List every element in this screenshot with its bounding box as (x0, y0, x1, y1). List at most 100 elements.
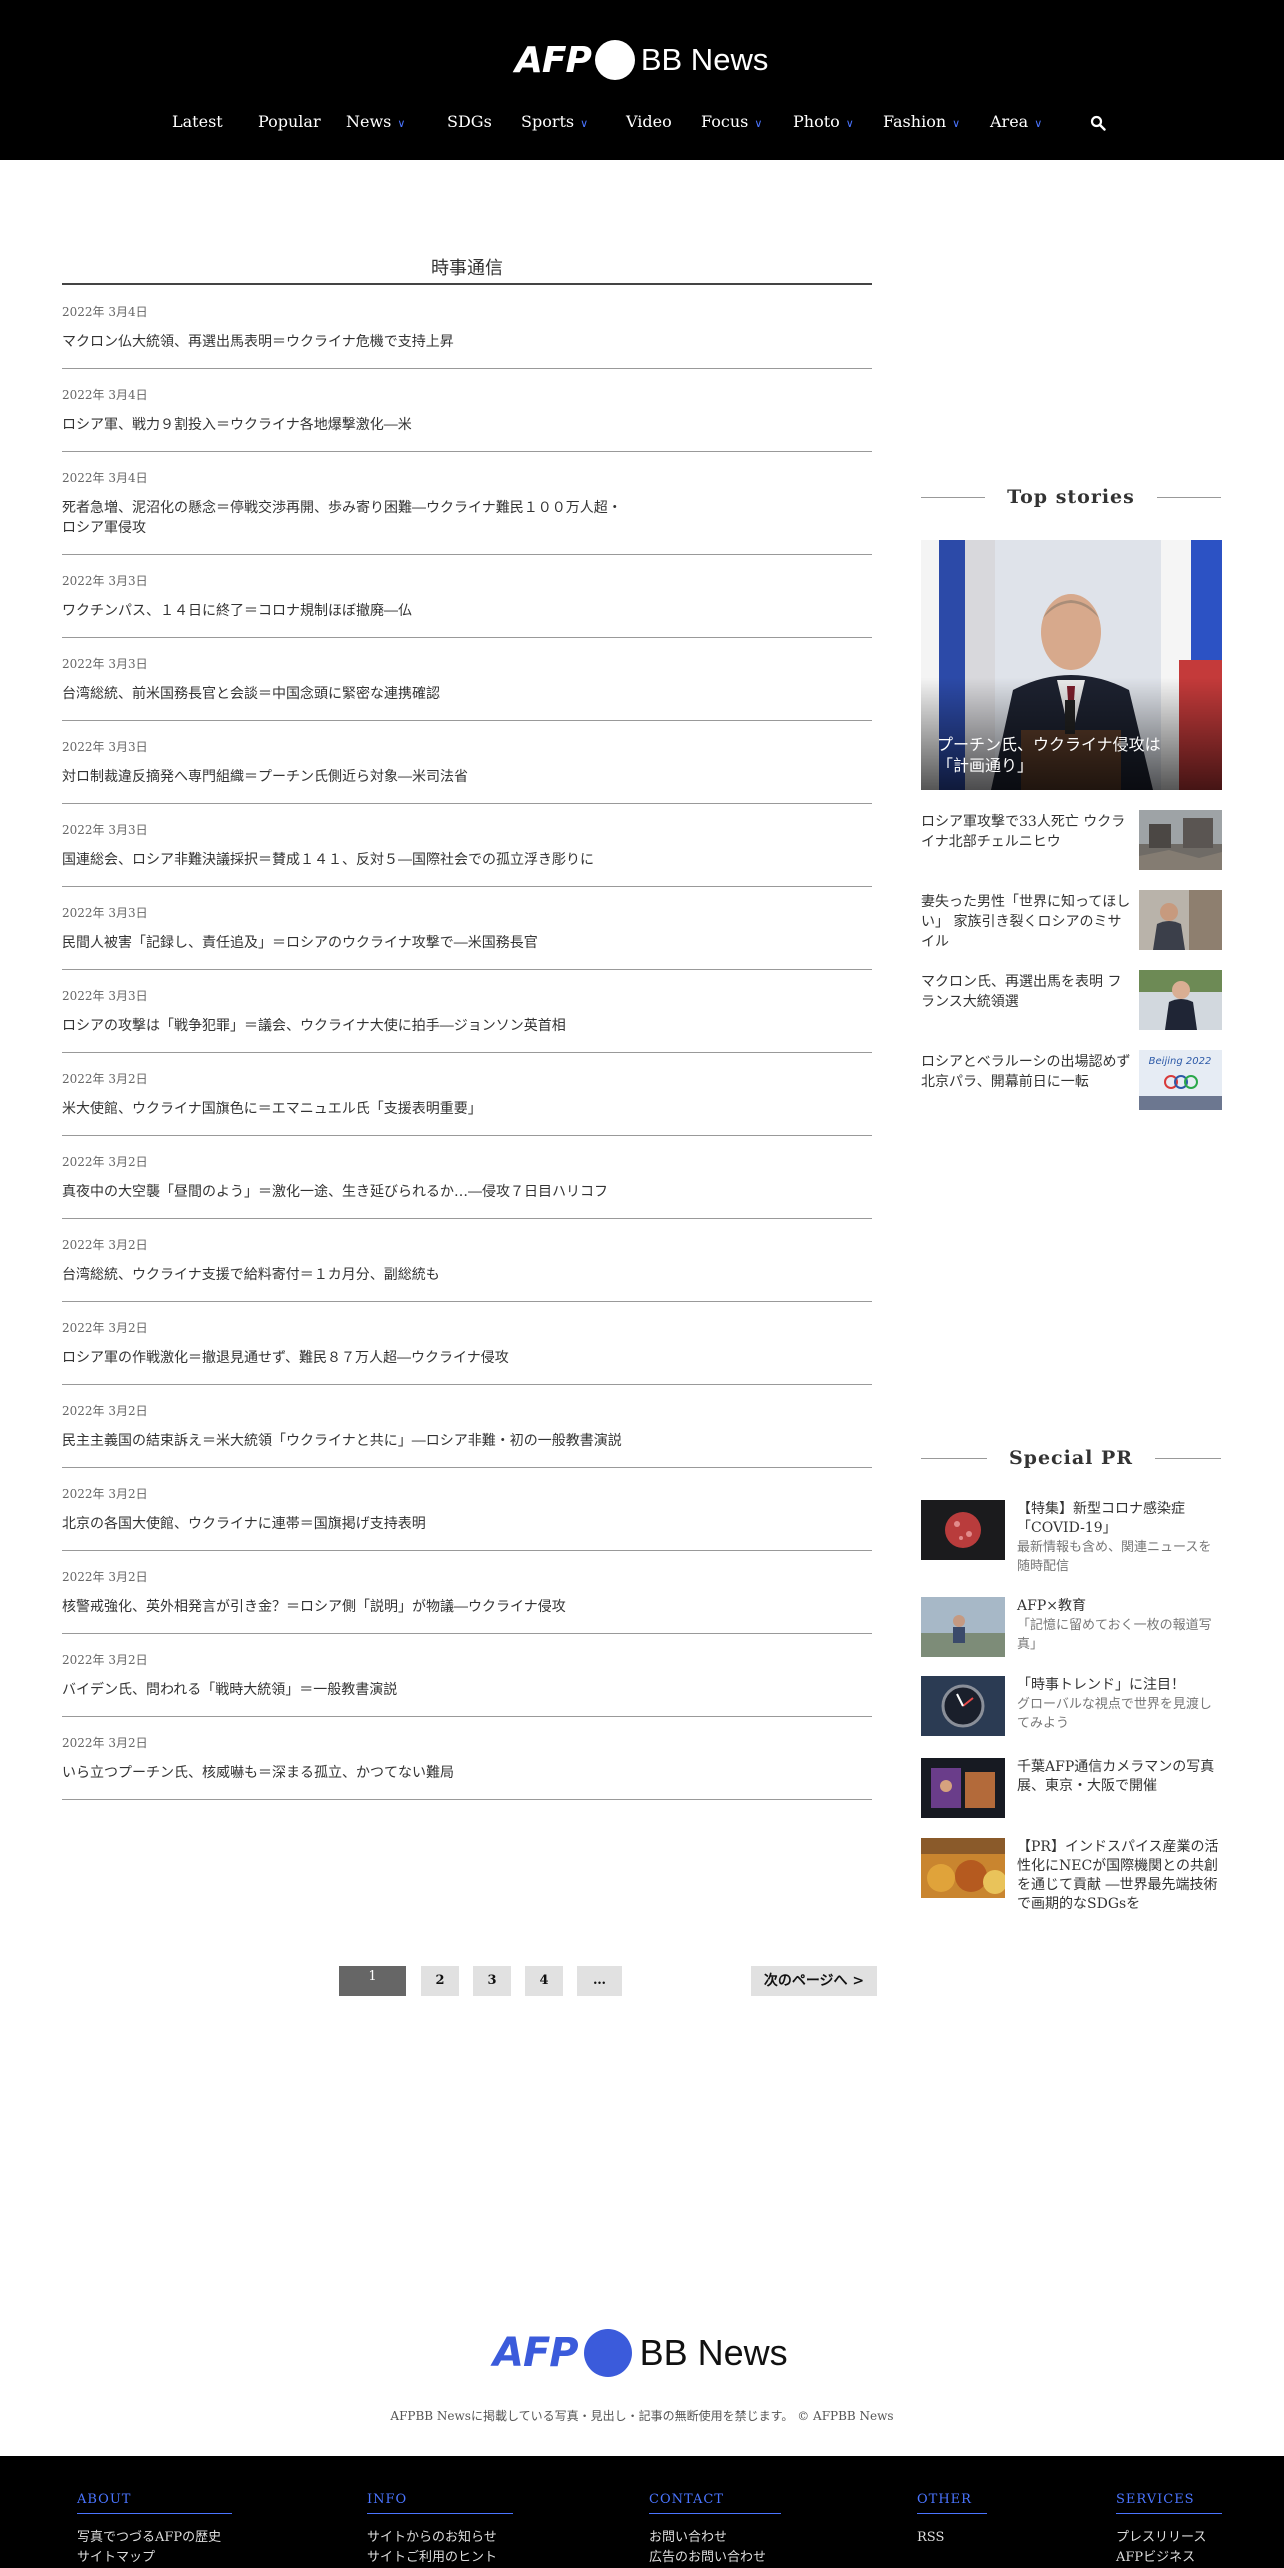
article-title[interactable]: 民主主義国の結束訴え＝米大統領「ウクライナと共に」―ロシア非難・初の一般教書演説 (62, 1431, 622, 1451)
article-date: 2022年 3月4日 (62, 471, 148, 485)
article-title[interactable]: いら立つプーチン氏、核威嚇も＝深まる孤立、かつてない難局 (62, 1763, 622, 1783)
article-title[interactable]: ロシアの攻撃は「戦争犯罪」＝議会、ウクライナ大使に拍手―ジョンソン英首相 (62, 1016, 622, 1036)
article-row[interactable]: 2022年 3月3日 対ロ制裁違反摘発へ専門組織＝プーチン氏側近ら対象―米司法省 (62, 721, 872, 804)
pr-item[interactable]: 千葉AFP通信カメラマンの写真展、東京・大阪で開催 (921, 1758, 1222, 1824)
nav-focus[interactable]: Focus ∨ (701, 112, 762, 131)
story-thumbnail: Beijing 2022 (1139, 1050, 1222, 1110)
nav-latest[interactable]: Latest (172, 112, 223, 131)
article-row[interactable]: 2022年 3月3日民間人被害「記録し、責任追及」＝ロシアのウクライナ攻撃で―米… (62, 887, 872, 970)
top-stories-heading: Top stories (921, 486, 1222, 508)
article-title[interactable]: 真夜中の大空襲「昼間のよう」＝激化一途、生き延びられるか…―侵攻７日目ハリコフ (62, 1182, 622, 1202)
article-row[interactable]: 2022年 3月3日国連総会、ロシア非難決議採択＝賛成１４１、反対５―国際社会で… (62, 804, 872, 887)
pr-subtitle: 最新情報も含め、関連ニュースを随時配信 (1017, 1540, 1212, 1574)
article-row[interactable]: 2022年 3月4日 ロシア軍、戦力９割投入＝ウクライナ各地爆撃激化―米 (62, 369, 872, 452)
article-title[interactable]: 台湾総統、ウクライナ支援で給料寄付＝１カ月分、副総統も (62, 1265, 622, 1285)
top-story-hero[interactable]: プーチン氏、ウクライナ侵攻は「計画通り」 (921, 540, 1222, 790)
top-story-item[interactable]: 妻失った男性「世界に知ってほしい」 家族引き裂くロシアのミサイル (921, 890, 1222, 952)
top-story-item[interactable]: ロシアとベラルーシの出場認めず 北京パラ、開幕前日に一転 Beijing 202… (921, 1050, 1222, 1112)
article-row[interactable]: 2022年 3月2日 真夜中の大空襲「昼間のよう」＝激化一途、生き延びられるか…―… (62, 1136, 872, 1219)
article-row[interactable]: 2022年 3月2日米大使館、ウクライナ国旗色に＝エマニュエル氏「支援表明重要」 (62, 1053, 872, 1136)
footer-links: ABOUT 写真でつづるAFPの歴史 サイトマップ INFO サイトからのお知ら… (0, 2456, 1284, 2568)
article-row[interactable]: 2022年 3月3日 台湾総統、前米国務長官と会談＝中国念頭に緊密な連携確認 (62, 638, 872, 721)
footer-link[interactable]: サイトからのお知らせ (367, 2530, 513, 2546)
pr-item[interactable]: 【特集】新型コロナ感染症「COVID-19」 最新情報も含め、関連ニュースを随時配… (921, 1500, 1222, 1574)
article-title[interactable]: ロシア軍、戦力９割投入＝ウクライナ各地爆撃激化―米 (62, 415, 622, 435)
article-row[interactable]: 2022年 3月2日 民主主義国の結束訴え＝米大統領「ウクライナと共に」―ロシア非… (62, 1385, 872, 1468)
nav-news[interactable]: News ∨ (346, 112, 405, 131)
page-button-more[interactable]: … (577, 1966, 622, 1996)
pr-title: 千葉AFP通信カメラマンの写真展、東京・大阪で開催 (1017, 1758, 1222, 1796)
site-logo[interactable]: AFP BB News (515, 36, 768, 84)
article-date: 2022年 3月3日 (62, 823, 148, 837)
article-date: 2022年 3月2日 (62, 1321, 148, 1335)
nav-video[interactable]: Video (626, 112, 672, 131)
footer-link[interactable]: RSS (917, 2530, 987, 2546)
section-title: 時事通信 (431, 258, 503, 279)
article-title[interactable]: 民間人被害「記録し、責任追及」＝ロシアのウクライナ攻撃で―米国務長官 (62, 933, 622, 953)
pr-subtitle: グローバルな視点で世界を見渡してみよう (1017, 1697, 1212, 1731)
footer-link[interactable]: AFPビジネス (1116, 2550, 1222, 2566)
article-title[interactable]: マクロン仏大統領、再選出馬表明＝ウクライナ危機で支持上昇 (62, 332, 622, 352)
article-row[interactable]: 2022年 3月2日ロシア軍の作戦激化＝撤退見通せず、難民８７万人超―ウクライナ… (62, 1302, 872, 1385)
footer-link[interactable]: サイトマップ (77, 2550, 232, 2566)
footer-column-other: OTHER RSS (917, 2492, 987, 2546)
footer-link[interactable]: 広告のお問い合わせ (649, 2550, 781, 2566)
nav-fashion[interactable]: Fashion ∨ (883, 112, 960, 131)
top-story-item[interactable]: マクロン氏、再選出馬を表明 フランス大統領選 (921, 970, 1222, 1032)
article-title[interactable]: 国連総会、ロシア非難決議採択＝賛成１４１、反対５―国際社会での孤立浮き彫りに (62, 850, 622, 870)
page-button-4[interactable]: 4 (525, 1966, 563, 1996)
article-date: 2022年 3月2日 (62, 1072, 148, 1086)
article-title[interactable]: ワクチンパス、１４日に終了＝コロナ規制ほぼ撤廃―仏 (62, 601, 622, 621)
story-thumbnail (1139, 890, 1222, 950)
nav-sdgs[interactable]: SDGs (447, 112, 492, 131)
nav-popular[interactable]: Popular (258, 112, 321, 131)
top-story-item[interactable]: ロシア軍攻撃で33人死亡 ウクライナ北部チェルニヒウ (921, 810, 1222, 872)
footer-link[interactable]: 写真でつづるAFPの歴史 (77, 2530, 232, 2546)
article-title[interactable]: バイデン氏、問われる「戦時大統領」＝一般教書演説 (62, 1680, 622, 1700)
article-row[interactable]: 2022年 3月3日 ワクチンパス、１４日に終了＝コロナ規制ほぼ撤廃―仏 (62, 555, 872, 638)
article-title[interactable]: 死者急増、泥沼化の懸念＝停戦交渉再開、歩み寄り困難―ウクライナ難民１００万人超・… (62, 498, 622, 538)
article-title[interactable]: 北京の各国大使館、ウクライナに連帯＝国旗掲げ支持表明 (62, 1514, 622, 1534)
page-button-2[interactable]: 2 (421, 1966, 459, 1996)
article-row[interactable]: 2022年 3月4日 マクロン仏大統領、再選出馬表明＝ウクライナ危機で支持上昇 (62, 286, 872, 369)
nav-photo[interactable]: Photo ∨ (793, 112, 854, 131)
article-row[interactable]: 2022年 3月3日 ロシアの攻撃は「戦争犯罪」＝議会、ウクライナ大使に拍手―ジョ… (62, 970, 872, 1053)
nav-label: News (346, 112, 392, 131)
nav-sports[interactable]: Sports ∨ (521, 112, 588, 131)
story-title: ロシア軍攻撃で33人死亡 ウクライナ北部チェルニヒウ (921, 814, 1126, 850)
pr-item[interactable]: 【PR】インドスパイス産業の活性化にNECが国際機関との共創を通じて貢献 ―世界… (921, 1838, 1222, 1916)
article-row[interactable]: 2022年 3月2日 台湾総統、ウクライナ支援で給料寄付＝１カ月分、副総統も (62, 1219, 872, 1302)
article-title[interactable]: 核警戒強化、英外相発言が引き金？＝ロシア側「説明」が物議―ウクライナ侵攻 (62, 1597, 622, 1617)
article-date: 2022年 3月3日 (62, 906, 148, 920)
page-button-1[interactable]: 1 (339, 1966, 406, 1996)
chevron-down-icon: ∨ (397, 117, 406, 130)
footer-link[interactable]: プレスリリース (1116, 2530, 1222, 2546)
article-title[interactable]: 台湾総統、前米国務長官と会談＝中国念頭に緊密な連携確認 (62, 684, 622, 704)
article-date: 2022年 3月2日 (62, 1736, 148, 1750)
article-title[interactable]: 米大使館、ウクライナ国旗色に＝エマニュエル氏「支援表明重要」 (62, 1099, 622, 1119)
story-title: マクロン氏、再選出馬を表明 フランス大統領選 (921, 974, 1122, 1010)
copyright-notice: AFPBB Newsに掲載している写真・見出し・記事の無断使用を禁じます。 © … (390, 2409, 894, 2423)
pr-item[interactable]: 「時事トレンド」に注目！ グローバルな視点で世界を見渡してみよう (921, 1676, 1222, 1742)
article-row[interactable]: 2022年 3月4日死者急増、泥沼化の懸念＝停戦交渉再開、歩み寄り困難―ウクライ… (62, 452, 872, 555)
pr-title-text: AFP×教育 (1017, 1598, 1086, 1614)
footer-link[interactable]: サイトご利用のヒント (367, 2550, 513, 2566)
article-row[interactable]: 2022年 3月2日 バイデン氏、問われる「戦時大統領」＝一般教書演説 (62, 1634, 872, 1717)
article-row[interactable]: 2022年 3月2日 北京の各国大使館、ウクライナに連帯＝国旗掲げ支持表明 (62, 1468, 872, 1551)
pr-title-text: 「時事トレンド」に注目！ (1017, 1677, 1185, 1693)
article-title[interactable]: 対ロ制裁違反摘発へ専門組織＝プーチン氏側近ら対象―米司法省 (62, 767, 622, 787)
footer-link[interactable]: お問い合わせ (649, 2530, 781, 2546)
story-thumbnail (1139, 810, 1222, 870)
article-row[interactable]: 2022年 3月2日いら立つプーチン氏、核威嚇も＝深まる孤立、かつてない難局 (62, 1717, 872, 1800)
chevron-down-icon: ∨ (580, 117, 589, 130)
footer-logo[interactable]: AFP BB News (493, 2328, 788, 2378)
search-icon[interactable] (1090, 115, 1106, 131)
story-thumbnail (1139, 970, 1222, 1030)
article-row[interactable]: 2022年 3月2日 核警戒強化、英外相発言が引き金？＝ロシア側「説明」が物議―ウ… (62, 1551, 872, 1634)
pr-thumbnail (921, 1597, 1005, 1657)
page-button-3[interactable]: 3 (473, 1966, 511, 1996)
nav-area[interactable]: Area ∨ (990, 112, 1042, 131)
article-title[interactable]: ロシア軍の作戦激化＝撤退見通せず、難民８７万人超―ウクライナ侵攻 (62, 1348, 622, 1368)
pr-item[interactable]: AFP×教育 「記憶に留めておく一枚の報道写真」 (921, 1597, 1222, 1663)
next-page-button[interactable]: 次のページへ > (751, 1966, 877, 1996)
